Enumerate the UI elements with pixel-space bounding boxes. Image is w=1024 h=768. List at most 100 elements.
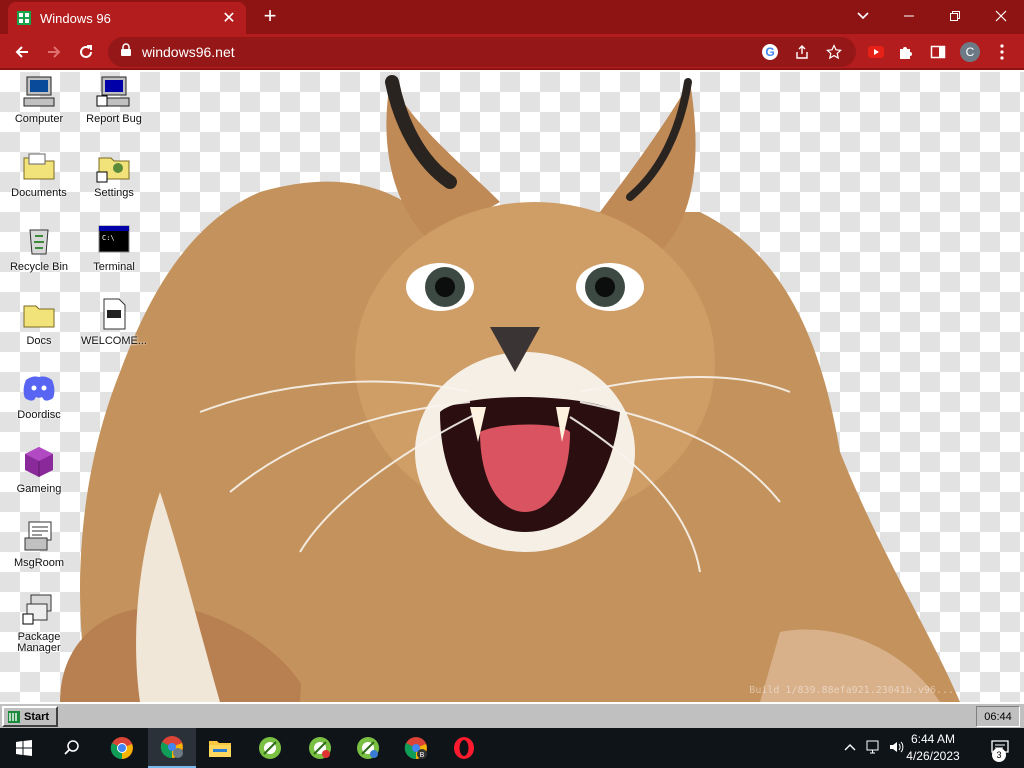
desktop-icon-gameing[interactable]: Gameing (2, 444, 76, 495)
reload-button[interactable] (72, 38, 100, 66)
chrome-profile-icon (160, 736, 183, 759)
green-app-icon (357, 737, 379, 759)
folder-icon (209, 741, 231, 757)
profile-avatar[interactable]: C (956, 38, 984, 66)
icon-label: Package Manager (17, 631, 61, 654)
taskbar-app-green-2[interactable] (296, 728, 344, 768)
browser-toolbar: windows96.net G C (0, 34, 1024, 70)
windows96-favicon-icon (16, 10, 32, 26)
doordisc-icon (23, 376, 55, 401)
windows-taskbar: B 6:44 AM 4/26/2023 3 (0, 728, 1024, 768)
chrome-b-profile-icon: B (404, 737, 427, 760)
w96-taskbar: Start 06:44 (0, 702, 1024, 728)
notification-badge: 3 (992, 748, 1006, 762)
youtube-extension-icon[interactable] (862, 38, 890, 66)
svg-text:G: G (765, 45, 774, 59)
lock-icon[interactable] (120, 42, 132, 62)
icon-label: Settings (94, 187, 134, 199)
clock-time: 6:44 AM (910, 732, 956, 746)
green-app-icon (259, 737, 281, 759)
build-watermark: Build 1/839.88efa921.23041b.v96... (749, 685, 954, 696)
markdown-file-icon (103, 298, 126, 330)
icon-label: Recycle Bin (9, 261, 69, 273)
taskbar-search-button[interactable] (48, 728, 96, 768)
opera-icon (454, 737, 474, 759)
icon-label: Terminal (93, 261, 135, 273)
w96-logo-icon (8, 710, 20, 723)
desktop-icon-report-bug[interactable]: Report Bug (77, 74, 151, 125)
desktop-icon-doordisc[interactable]: Doordisc (2, 370, 76, 421)
desktop-icon-package-manager[interactable]: Package Manager (2, 592, 76, 654)
icon-label: Report Bug (86, 113, 142, 125)
desktop-icon-documents[interactable]: Documents (2, 148, 76, 199)
docs-folder-icon (23, 305, 55, 328)
w96-clock: 06:44 (976, 706, 1020, 727)
bookmark-star-icon[interactable] (822, 40, 846, 64)
address-bar[interactable]: windows96.net G (108, 37, 856, 67)
report-bug-icon (96, 76, 130, 107)
terminal-icon: C:\ (98, 225, 130, 253)
taskbar-opera[interactable] (440, 728, 488, 768)
tray-chevron-up-icon[interactable] (844, 740, 856, 754)
desktop-icon-docs[interactable]: Docs (2, 296, 76, 347)
caracal-wallpaper (60, 75, 960, 702)
forward-button[interactable] (40, 38, 68, 66)
system-clock[interactable]: 6:44 AM 4/26/2023 (898, 731, 968, 765)
network-icon[interactable] (866, 739, 882, 758)
tab-title: Windows 96 (40, 10, 111, 26)
desktop-icon-recycle-bin[interactable]: Recycle Bin (2, 222, 76, 273)
side-panel-icon[interactable] (924, 38, 952, 66)
msgroom-icon (24, 521, 52, 551)
icon-label: MsgRoom (13, 557, 65, 569)
back-button[interactable] (8, 38, 36, 66)
w96-desktop[interactable]: Computer Report Bug Documents Settings R… (0, 72, 1024, 702)
taskbar-chrome-profile[interactable] (148, 728, 196, 768)
tab-strip: Windows 96 ✕ + (0, 0, 1024, 34)
search-icon (64, 740, 79, 755)
clock-date: 4/26/2023 (906, 749, 960, 763)
menu-kebab-icon[interactable] (988, 38, 1016, 66)
new-tab-button[interactable]: + (258, 5, 282, 29)
start-label: Start (24, 710, 50, 723)
svg-text:B: B (420, 752, 425, 759)
taskbar-file-explorer[interactable] (196, 728, 244, 768)
google-icon[interactable]: G (758, 40, 782, 64)
tab-search-chevron-icon[interactable] (840, 0, 886, 32)
minimize-button[interactable] (886, 0, 932, 32)
w96-start-button[interactable]: Start (2, 706, 58, 727)
icon-label: Doordisc (17, 409, 61, 421)
computer-icon (23, 76, 55, 107)
chrome-icon (110, 737, 133, 760)
taskbar-app-green-1[interactable] (246, 728, 294, 768)
documents-folder-icon (23, 153, 55, 180)
package-manager-icon (22, 594, 52, 625)
desktop-icon-msgroom[interactable]: MsgRoom (2, 518, 76, 569)
share-icon[interactable] (790, 40, 814, 64)
windows-start-button[interactable] (0, 728, 48, 768)
icon-label: WELCOME... (80, 335, 147, 347)
green-app-icon (309, 737, 331, 759)
settings-folder-icon (96, 157, 130, 183)
url-text: windows96.net (142, 44, 235, 60)
tab-close-icon[interactable]: ✕ (220, 8, 238, 28)
taskbar-chrome[interactable] (98, 728, 146, 768)
recycle-bin-icon (29, 229, 49, 255)
windows-logo-icon (16, 740, 32, 756)
restore-button[interactable] (932, 0, 978, 32)
desktop-icon-computer[interactable]: Computer (2, 74, 76, 125)
desktop-icon-welcome[interactable]: WELCOME... (77, 296, 151, 347)
tab-windows96[interactable]: Windows 96 ✕ (8, 2, 246, 34)
icon-label: Docs (26, 335, 52, 347)
desktop-icon-settings[interactable]: Settings (77, 148, 151, 199)
extensions-puzzle-icon[interactable] (892, 38, 920, 66)
svg-text:C:\: C:\ (102, 234, 115, 242)
taskbar-chrome-b[interactable]: B (392, 728, 440, 768)
close-window-button[interactable] (978, 0, 1024, 32)
icon-label: Gameing (16, 483, 62, 495)
profile-initial: C (965, 45, 975, 59)
gameing-cube-icon (25, 447, 53, 477)
desktop-icon-terminal[interactable]: C:\ Terminal (77, 222, 151, 273)
icon-label: Computer (14, 113, 64, 125)
icon-label: Documents (11, 187, 67, 199)
taskbar-app-green-3[interactable] (344, 728, 392, 768)
